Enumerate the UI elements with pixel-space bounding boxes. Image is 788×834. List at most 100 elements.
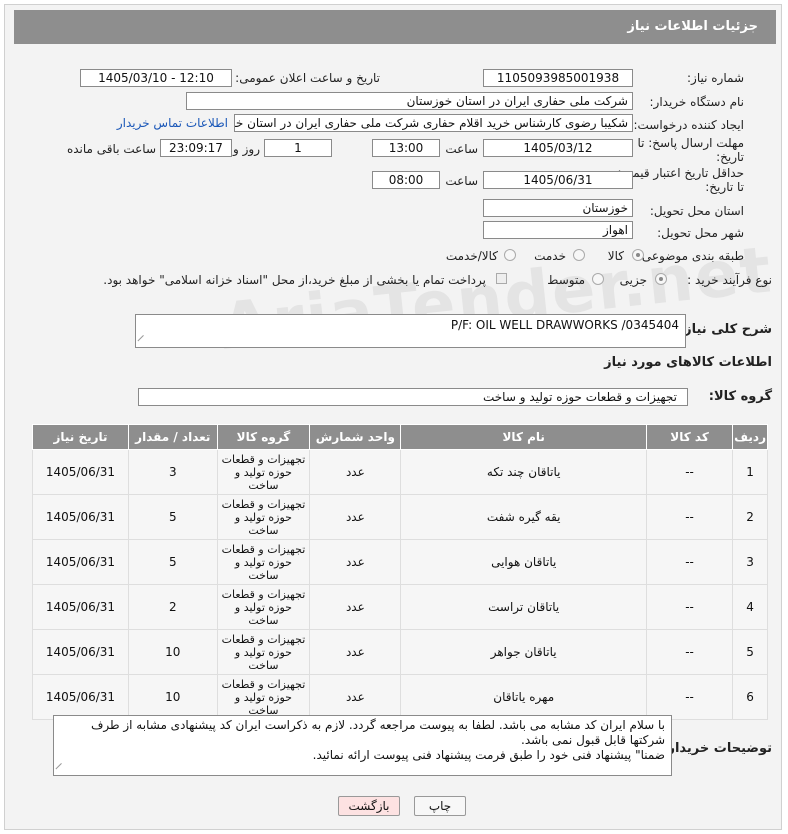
city-field[interactable]: اهواز bbox=[483, 221, 633, 239]
cell-unit: عدد bbox=[309, 584, 402, 630]
cell-index: 3 bbox=[732, 539, 768, 585]
category-goods-service-radio[interactable] bbox=[504, 249, 516, 261]
cell-code: -- bbox=[645, 629, 734, 675]
col-date: تاریخ نیاز bbox=[32, 424, 129, 450]
validity-time-label: ساعت bbox=[445, 174, 478, 188]
resize-grip[interactable] bbox=[137, 334, 150, 348]
cell-date: 1405/06/31 bbox=[32, 449, 129, 495]
col-group: گروه کالا bbox=[216, 424, 311, 450]
cell-date: 1405/06/31 bbox=[32, 539, 129, 585]
cell-qty: 5 bbox=[127, 494, 218, 540]
cell-name: یاتاقان هوایی bbox=[400, 539, 647, 585]
cell-qty: 3 bbox=[127, 449, 218, 495]
cell-unit: عدد bbox=[309, 539, 402, 585]
process-minor-label: جزیی bbox=[619, 273, 647, 287]
remaining-time-label: ساعت باقی مانده bbox=[66, 142, 156, 156]
reply-date-field[interactable]: 1405/03/12 bbox=[483, 139, 633, 157]
category-service-label: خدمت bbox=[534, 249, 566, 263]
reply-deadline-label: مهلت ارسال پاسخ: تا bbox=[637, 136, 744, 150]
cell-group: تجهیزات و قطعات حوزه تولید و ساخت bbox=[216, 494, 311, 540]
back-button[interactable]: بازگشت bbox=[338, 796, 400, 816]
buyer-notes-line: شرکتها قابل قبول نمی باشد. bbox=[521, 733, 665, 747]
resize-grip[interactable] bbox=[55, 762, 68, 776]
need-number-field[interactable]: 1105093985001938 bbox=[483, 69, 633, 87]
category-goods-service-label: کالا/خدمت bbox=[445, 249, 498, 263]
table-row: 4 -- یاتاقان تراست عدد تجهیزات و قطعات ح… bbox=[32, 584, 768, 630]
validity-date-field[interactable]: 1405/06/31 bbox=[483, 171, 633, 189]
province-label: استان محل تحویل: bbox=[649, 204, 744, 218]
description-field[interactable]: P/F: OIL WELL DRAWWORKS /0345404 bbox=[135, 314, 686, 348]
cell-date: 1405/06/31 bbox=[32, 494, 129, 540]
cell-group: تجهیزات و قطعات حوزه تولید و ساخت bbox=[216, 584, 311, 630]
reply-days-field[interactable]: 1 bbox=[264, 139, 332, 157]
buyer-contact-link[interactable]: اطلاعات تماس خریدار bbox=[117, 116, 228, 130]
cell-code: -- bbox=[645, 674, 734, 720]
description-text: P/F: OIL WELL DRAWWORKS /0345404 bbox=[450, 318, 679, 332]
category-goods-label: کالا bbox=[607, 249, 624, 263]
cell-index: 2 bbox=[732, 494, 768, 540]
cell-name: یقه گیره شفت bbox=[400, 494, 647, 540]
cell-code: -- bbox=[645, 449, 734, 495]
reply-deadline-label-2: تاریخ: bbox=[716, 150, 744, 164]
category-goods-radio[interactable] bbox=[632, 249, 644, 261]
cell-group: تجهیزات و قطعات حوزه تولید و ساخت bbox=[216, 629, 311, 675]
col-name: نام کالا bbox=[400, 424, 647, 450]
buyer-org-field[interactable]: شرکت ملی حفاری ایران در استان خوزستان bbox=[186, 92, 633, 110]
category-service-radio[interactable] bbox=[573, 249, 585, 261]
description-label: شرح کلی نیاز: bbox=[678, 322, 772, 337]
announce-label: تاریخ و ساعت اعلان عمومی: bbox=[235, 71, 380, 85]
creator-label: ایجاد کننده درخواست: bbox=[633, 118, 744, 132]
cell-unit: عدد bbox=[309, 629, 402, 675]
buyer-org-label: نام دستگاه خریدار: bbox=[649, 95, 745, 109]
goods-info-title: اطلاعات کالاهای مورد نیاز bbox=[604, 355, 772, 370]
reply-time-field[interactable]: 13:00 bbox=[372, 139, 440, 157]
print-button[interactable]: چاپ bbox=[414, 796, 466, 816]
table-header-row: ردیف کد کالا نام کالا واحد شمارش گروه کا… bbox=[32, 424, 768, 450]
table-row: 3 -- یاتاقان هوایی عدد تجهیزات و قطعات ح… bbox=[32, 539, 768, 585]
goods-group-field[interactable]: تجهیزات و قطعات حوزه تولید و ساخت bbox=[138, 388, 688, 406]
page-title: جزئیات اطلاعات نیاز bbox=[14, 10, 776, 44]
cell-date: 1405/06/31 bbox=[32, 674, 129, 720]
reply-time-label: ساعت bbox=[445, 142, 478, 156]
validity-time-field[interactable]: 08:00 bbox=[372, 171, 440, 189]
cell-name: یاتاقان تراست bbox=[400, 584, 647, 630]
col-unit: واحد شمارش bbox=[309, 424, 402, 450]
process-minor-radio[interactable] bbox=[655, 273, 667, 285]
announce-field[interactable]: 1405/03/10 - 12:10 bbox=[80, 69, 232, 87]
reply-days-label: روز و bbox=[233, 142, 260, 156]
process-label: نوع فرآیند خرید : bbox=[687, 273, 772, 287]
category-label: طبقه بندی موضوعی: bbox=[637, 249, 744, 263]
col-index: ردیف bbox=[732, 424, 768, 450]
cell-group: تجهیزات و قطعات حوزه تولید و ساخت bbox=[216, 449, 311, 495]
cell-name: یاتاقان جواهر bbox=[400, 629, 647, 675]
cell-unit: عدد bbox=[309, 494, 402, 540]
treasury-note: پرداخت تمام یا بخشی از مبلغ خرید،از محل … bbox=[103, 273, 486, 287]
table-row: 5 -- یاتاقان جواهر عدد تجهیزات و قطعات ح… bbox=[32, 629, 768, 675]
province-field[interactable]: خوزستان bbox=[483, 199, 633, 217]
process-medium-radio[interactable] bbox=[592, 273, 604, 285]
cell-qty: 5 bbox=[127, 539, 218, 585]
cell-index: 6 bbox=[732, 674, 768, 720]
table-row: 2 -- یقه گیره شفت عدد تجهیزات و قطعات حو… bbox=[32, 494, 768, 540]
goods-group-label: گروه کالا: bbox=[708, 389, 772, 404]
cell-unit: عدد bbox=[309, 674, 402, 720]
items-table: ردیف کد کالا نام کالا واحد شمارش گروه کا… bbox=[32, 424, 768, 720]
creator-field[interactable]: شکیبا رضوی کارشناس خرید اقلام حفاری شرکت… bbox=[234, 114, 633, 132]
remaining-time-field[interactable]: 23:09:17 bbox=[160, 139, 232, 157]
process-medium-label: متوسط bbox=[547, 273, 585, 287]
cell-code: -- bbox=[645, 584, 734, 630]
cell-code: -- bbox=[645, 494, 734, 540]
buyer-notes-label: توضیحات خریدار: bbox=[662, 741, 772, 756]
table-row: 6 -- مهره یاتاقان عدد تجهیزات و قطعات حو… bbox=[32, 674, 768, 720]
cell-qty: 2 bbox=[127, 584, 218, 630]
city-label: شهر محل تحویل: bbox=[657, 226, 744, 240]
col-qty: تعداد / مقدار bbox=[127, 424, 218, 450]
treasury-checkbox[interactable] bbox=[496, 273, 507, 284]
cell-date: 1405/06/31 bbox=[32, 584, 129, 630]
cell-name: یاتاقان چند تکه bbox=[400, 449, 647, 495]
table-row: 1 -- یاتاقان چند تکه عدد تجهیزات و قطعات… bbox=[32, 449, 768, 495]
buyer-notes-line: ضمنا" پیشنهاد فنی خود را طبق فرمت پیشنها… bbox=[312, 748, 665, 762]
cell-date: 1405/06/31 bbox=[32, 629, 129, 675]
buyer-notes-line: با سلام ایران کد مشابه می باشد. لطفا به … bbox=[90, 718, 665, 732]
buyer-notes-field[interactable]: با سلام ایران کد مشابه می باشد. لطفا به … bbox=[53, 715, 672, 776]
